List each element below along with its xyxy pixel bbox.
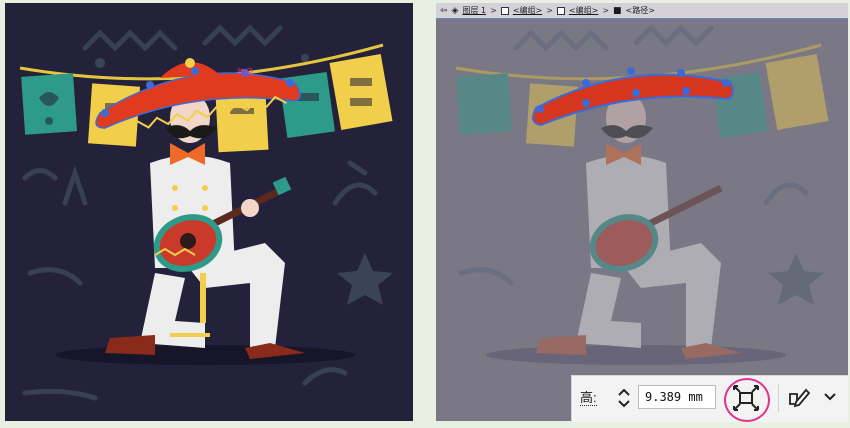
group-icon: [500, 6, 509, 15]
fit-to-artboard-icon[interactable]: [730, 382, 762, 414]
height-input[interactable]: 9.389 mm: [638, 385, 716, 409]
mariachi-illustration: 路径: [19, 24, 393, 401]
stepper-down-icon: [618, 400, 630, 408]
toolbar-divider: [778, 384, 779, 412]
breadcrumb-group-2[interactable]: <编组>: [569, 5, 598, 16]
path-icon: ■: [613, 5, 622, 16]
edit-shape-icon[interactable]: [787, 386, 811, 410]
isolation-breadcrumb: ⇦ ◈ 图层 1 > <编组> > <编组> > ■ <路径>: [436, 3, 848, 19]
breadcrumb-layer[interactable]: 图层 1: [462, 5, 486, 16]
illustration-panel: 路径: [5, 3, 413, 421]
chevron-down-icon[interactable]: [822, 388, 838, 404]
height-stepper[interactable]: [615, 385, 633, 411]
height-label[interactable]: 高:: [580, 391, 597, 406]
back-arrow-icon[interactable]: ⇦: [440, 6, 448, 16]
dimmed-illustration: [455, 24, 829, 365]
breadcrumb-path[interactable]: <路径>: [626, 5, 655, 16]
isolation-mode-panel: ⇦ ◈ 图层 1 > <编组> > <编组> > ■ <路径>: [436, 3, 848, 421]
breadcrumb-group-1[interactable]: <编组>: [513, 5, 542, 16]
group-icon: [556, 6, 565, 15]
anchor-tooltip: 路径: [237, 67, 253, 77]
stepper-up-icon: [618, 388, 630, 396]
properties-toolbar: 高: 9.389 mm: [571, 375, 848, 422]
layers-icon: ◈: [451, 5, 459, 16]
